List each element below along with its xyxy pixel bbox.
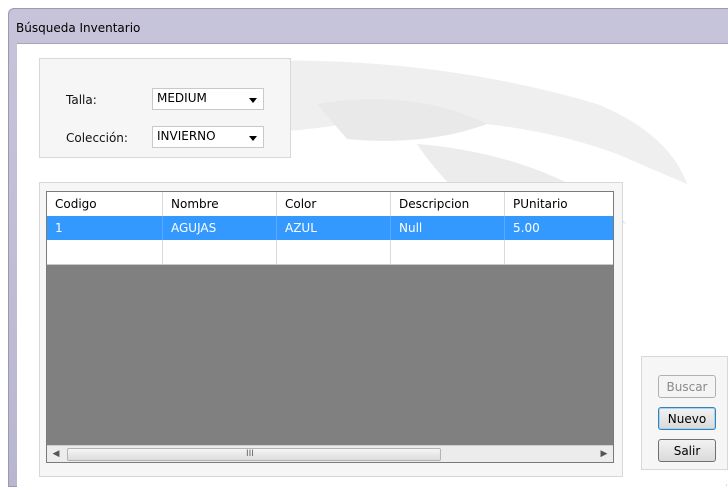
- scroll-right-icon[interactable]: ▶: [597, 448, 611, 460]
- button-panel: Buscar Nuevo Salir: [641, 356, 728, 470]
- chevron-down-icon: [249, 136, 257, 141]
- nuevo-button[interactable]: Nuevo: [658, 407, 716, 430]
- column-header-color[interactable]: Color: [277, 192, 391, 216]
- talla-value: MEDIUM: [157, 91, 207, 105]
- filter-panel: Talla: MEDIUM Colección: INVIERNO: [39, 58, 291, 158]
- cell-color[interactable]: AZUL: [277, 216, 391, 240]
- coleccion-value: INVIERNO: [157, 129, 216, 143]
- column-header-punitario[interactable]: PUnitario: [505, 192, 613, 216]
- inventory-grid[interactable]: Codigo Nombre Color Descripcion PUnitari…: [46, 191, 614, 463]
- grid-header: Codigo Nombre Color Descripcion PUnitari…: [47, 192, 613, 217]
- new-cell[interactable]: [47, 240, 163, 264]
- title-bar[interactable]: Búsqueda Inventario: [9, 9, 728, 43]
- cell-descripcion[interactable]: Null: [391, 216, 505, 240]
- salir-button[interactable]: Salir: [658, 439, 716, 462]
- new-cell[interactable]: [505, 240, 613, 264]
- grid-panel: Codigo Nombre Color Descripcion PUnitari…: [39, 182, 623, 477]
- table-row[interactable]: 1 AGUJAS AZUL Null 5.00: [47, 216, 613, 240]
- scrollbar-thumb[interactable]: III: [67, 448, 441, 461]
- new-cell[interactable]: [391, 240, 505, 264]
- new-row[interactable]: [47, 240, 613, 265]
- scroll-left-icon[interactable]: ◀: [49, 448, 63, 460]
- horizontal-scrollbar[interactable]: ◀ III ▶: [47, 445, 613, 462]
- column-header-descripcion[interactable]: Descripcion: [391, 192, 505, 216]
- client-area: Talla: MEDIUM Colección: INVIERNO Codigo…: [17, 43, 728, 490]
- main-window: Búsqueda Inventario Talla: MEDIUM Colecc…: [8, 8, 728, 490]
- talla-label: Talla:: [66, 93, 97, 107]
- scroll-grip: III: [246, 449, 254, 459]
- coleccion-label: Colección:: [66, 131, 128, 145]
- column-header-nombre[interactable]: Nombre: [163, 192, 277, 216]
- new-cell[interactable]: [163, 240, 277, 264]
- cell-punitario[interactable]: 5.00: [505, 216, 613, 240]
- buscar-button[interactable]: Buscar: [658, 375, 716, 398]
- coleccion-dropdown[interactable]: INVIERNO: [152, 126, 264, 148]
- cell-codigo[interactable]: 1: [47, 216, 163, 240]
- window-title: Búsqueda Inventario: [16, 21, 141, 35]
- cell-nombre[interactable]: AGUJAS: [163, 216, 277, 240]
- talla-dropdown[interactable]: MEDIUM: [152, 88, 264, 110]
- column-header-codigo[interactable]: Codigo: [47, 192, 163, 216]
- new-cell[interactable]: [277, 240, 391, 264]
- chevron-down-icon: [249, 98, 257, 103]
